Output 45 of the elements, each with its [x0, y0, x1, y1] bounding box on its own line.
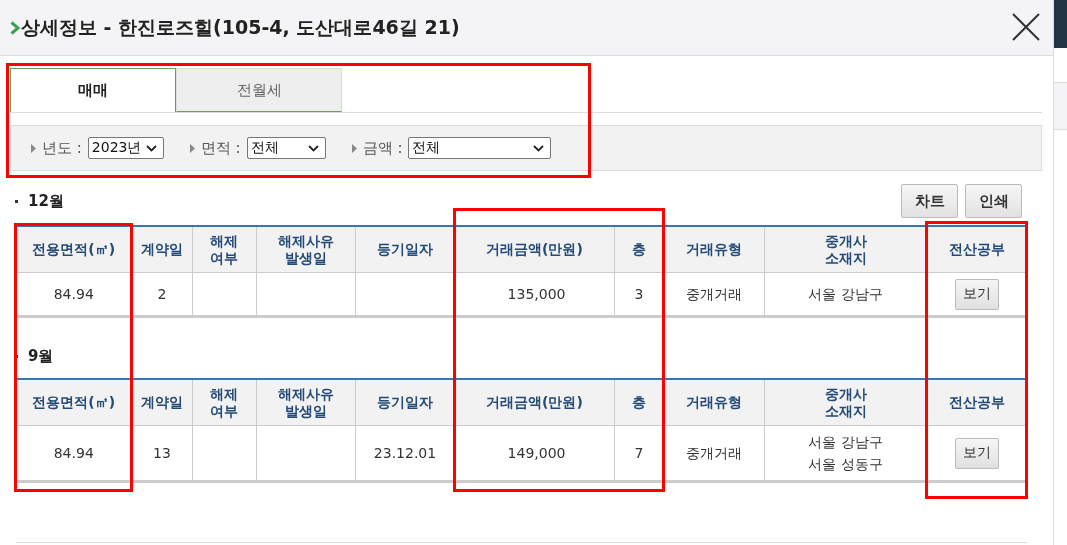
triangle-icon [189, 143, 195, 153]
column-header: 전용면적(㎡) [16, 379, 132, 426]
filter-label: 금액 : [362, 138, 403, 158]
chevron-icon [10, 20, 20, 35]
chevron-icon [533, 144, 545, 152]
column-header: 거래유형 [664, 226, 764, 273]
column-header: 전용면적(㎡) [16, 226, 132, 273]
column-header: 해제 여부 [192, 226, 256, 273]
close-icon [1012, 12, 1040, 41]
toolbar-button[interactable]: 차트 [901, 184, 958, 218]
triangle-icon [31, 143, 36, 153]
column-header: 중개사 소재지 [764, 226, 927, 273]
column-header: 계약일 [132, 379, 192, 426]
section-heading: 12월 [28, 191, 64, 211]
column-header: 중개사 소재지 [764, 379, 927, 426]
filter-label: 년도 : [42, 138, 82, 158]
column-header: 전산공부 [927, 226, 1027, 273]
dropdown[interactable]: 전체 [246, 137, 326, 159]
view-button[interactable]: 보기 [955, 437, 1000, 469]
section-heading: 9월 [28, 346, 54, 366]
dropdown[interactable]: 전체 [408, 137, 552, 159]
column-header: 층 [614, 226, 664, 273]
column-header: 해제 여부 [192, 379, 256, 426]
tab[interactable]: 전월세 [176, 68, 342, 112]
column-header: 거래금액(만원) [455, 226, 614, 273]
column-header: 해제사유 발생일 [256, 379, 355, 426]
column-header: 계약일 [132, 226, 192, 273]
column-header: 층 [614, 379, 664, 426]
chevron-icon [307, 144, 319, 152]
tab[interactable]: 매매 [10, 68, 176, 112]
filter-label: 면적 : [200, 138, 241, 158]
close-button[interactable] [1011, 12, 1041, 43]
background-panel [1054, 0, 1067, 48]
view-button[interactable]: 보기 [955, 278, 1000, 310]
column-header: 해제사유 발생일 [256, 226, 355, 273]
dropdown[interactable]: 2023년 [87, 137, 164, 159]
column-header: 등기일자 [355, 379, 455, 426]
chevron-icon [145, 144, 157, 152]
column-header: 거래유형 [664, 379, 764, 426]
column-header: 거래금액(만원) [455, 379, 614, 426]
triangle-icon [351, 143, 357, 153]
toolbar-button[interactable]: 인쇄 [965, 184, 1022, 218]
column-header: 등기일자 [355, 226, 455, 273]
window-title: 상세정보 - 한진로즈힐(105-4, 도산대로46길 21) [21, 14, 460, 40]
column-header: 전산공부 [927, 379, 1027, 426]
